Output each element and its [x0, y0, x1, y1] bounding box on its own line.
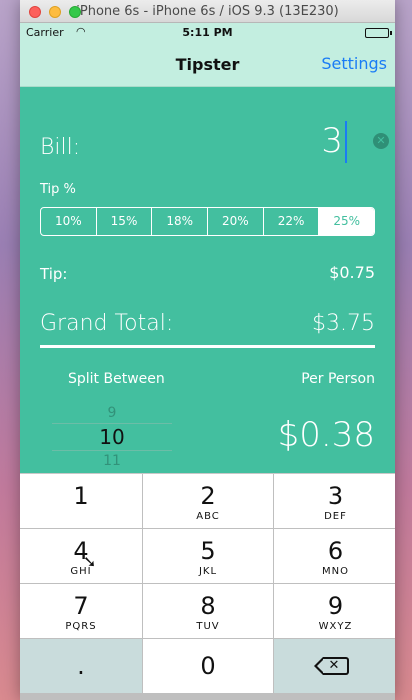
key-letters: WXYZ [318, 621, 353, 632]
battery-icon [365, 28, 392, 38]
key-3[interactable]: 3 DEF [274, 474, 395, 528]
split-picker[interactable]: 9 10 11 [52, 405, 172, 469]
key-2[interactable]: 2 ABC [143, 474, 273, 528]
grand-total-label: Grand Total: [40, 311, 174, 336]
key-number: 4 [73, 537, 89, 565]
tip-label: Tip: [40, 265, 68, 283]
per-person-value: $0.38 [277, 415, 375, 455]
divider [40, 345, 375, 348]
mouse-pointer-icon: ➘ [83, 552, 97, 571]
key-number: 8 [200, 592, 216, 620]
tip-option-22[interactable]: 22% [264, 208, 320, 235]
key-9[interactable]: 9 WXYZ [274, 584, 395, 638]
key-letters: MNO [322, 566, 349, 577]
key-6[interactable]: 6 MNO [274, 529, 395, 583]
tip-option-18[interactable]: 18% [152, 208, 209, 235]
tip-percent-segmented-control: 10% 15% 18% 20% 22% 25% [40, 207, 375, 236]
key-number: 7 [73, 592, 89, 620]
bill-input[interactable]: 3 [321, 121, 347, 163]
tip-calculator: Bill: 3 ✕ Tip % 10% 15% 18% 20% 22% 25% … [20, 87, 395, 473]
picker-item-prev[interactable]: 9 [52, 405, 172, 421]
minimize-window-button[interactable] [49, 6, 61, 18]
key-number: 2 [200, 482, 216, 510]
key-letters: DEF [324, 511, 347, 522]
key-number: 5 [200, 537, 216, 565]
status-bar: Carrier ◠ 5:11 PM [20, 23, 395, 43]
key-number: 1 [73, 482, 89, 510]
bill-label: Bill: [40, 135, 81, 160]
key-4[interactable]: 4 GHI [20, 529, 142, 583]
tip-value: $0.75 [329, 263, 375, 282]
phone-screen: Carrier ◠ 5:11 PM Tipster Settings Bill:… [20, 23, 395, 700]
window-titlebar: iPhone 6s - iPhone 6s / iOS 9.3 (13E230) [20, 0, 395, 23]
tip-option-25[interactable]: 25% [319, 208, 374, 235]
numeric-keypad: 1 2 ABC 3 DEF 4 GHI 5 JKL 6 MNO 7 PQRS 8… [20, 473, 395, 700]
zoom-window-button[interactable] [69, 6, 81, 18]
tip-option-20[interactable]: 20% [208, 208, 264, 235]
key-5[interactable]: 5 JKL [143, 529, 273, 583]
key-letters: TUV [196, 621, 220, 632]
backspace-icon: ✕ [313, 657, 349, 675]
key-8[interactable]: 8 TUV [143, 584, 273, 638]
key-letters: ABC [196, 511, 220, 522]
tip-percent-label: Tip % [40, 182, 76, 197]
key-number: 3 [327, 482, 344, 510]
picker-item-selected[interactable]: 10 [52, 423, 172, 451]
settings-button[interactable]: Settings [321, 54, 387, 73]
key-letters: GHI [70, 566, 92, 577]
key-number: 9 [327, 592, 344, 620]
key-1[interactable]: 1 [20, 474, 142, 528]
key-0[interactable]: 0 [143, 639, 273, 693]
simulator-window: iPhone 6s - iPhone 6s / iOS 9.3 (13E230)… [20, 0, 395, 700]
tip-option-10[interactable]: 10% [41, 208, 97, 235]
key-letters: JKL [198, 566, 218, 577]
delete-button[interactable]: ✕ [274, 639, 395, 693]
close-window-button[interactable] [29, 6, 41, 18]
grand-total-value: $3.75 [312, 311, 375, 336]
key-letters: PQRS [65, 621, 97, 632]
per-person-label: Per Person [301, 371, 375, 387]
tip-option-15[interactable]: 15% [97, 208, 153, 235]
key-7[interactable]: 7 PQRS [20, 584, 142, 638]
status-time: 5:11 PM [182, 26, 233, 39]
key-dot[interactable]: . [20, 639, 142, 693]
split-between-label: Split Between [68, 371, 165, 387]
clear-icon[interactable]: ✕ [373, 133, 389, 149]
navigation-bar: Tipster Settings [20, 43, 395, 87]
picker-item-next[interactable]: 11 [52, 453, 172, 469]
key-number: 6 [327, 537, 344, 565]
